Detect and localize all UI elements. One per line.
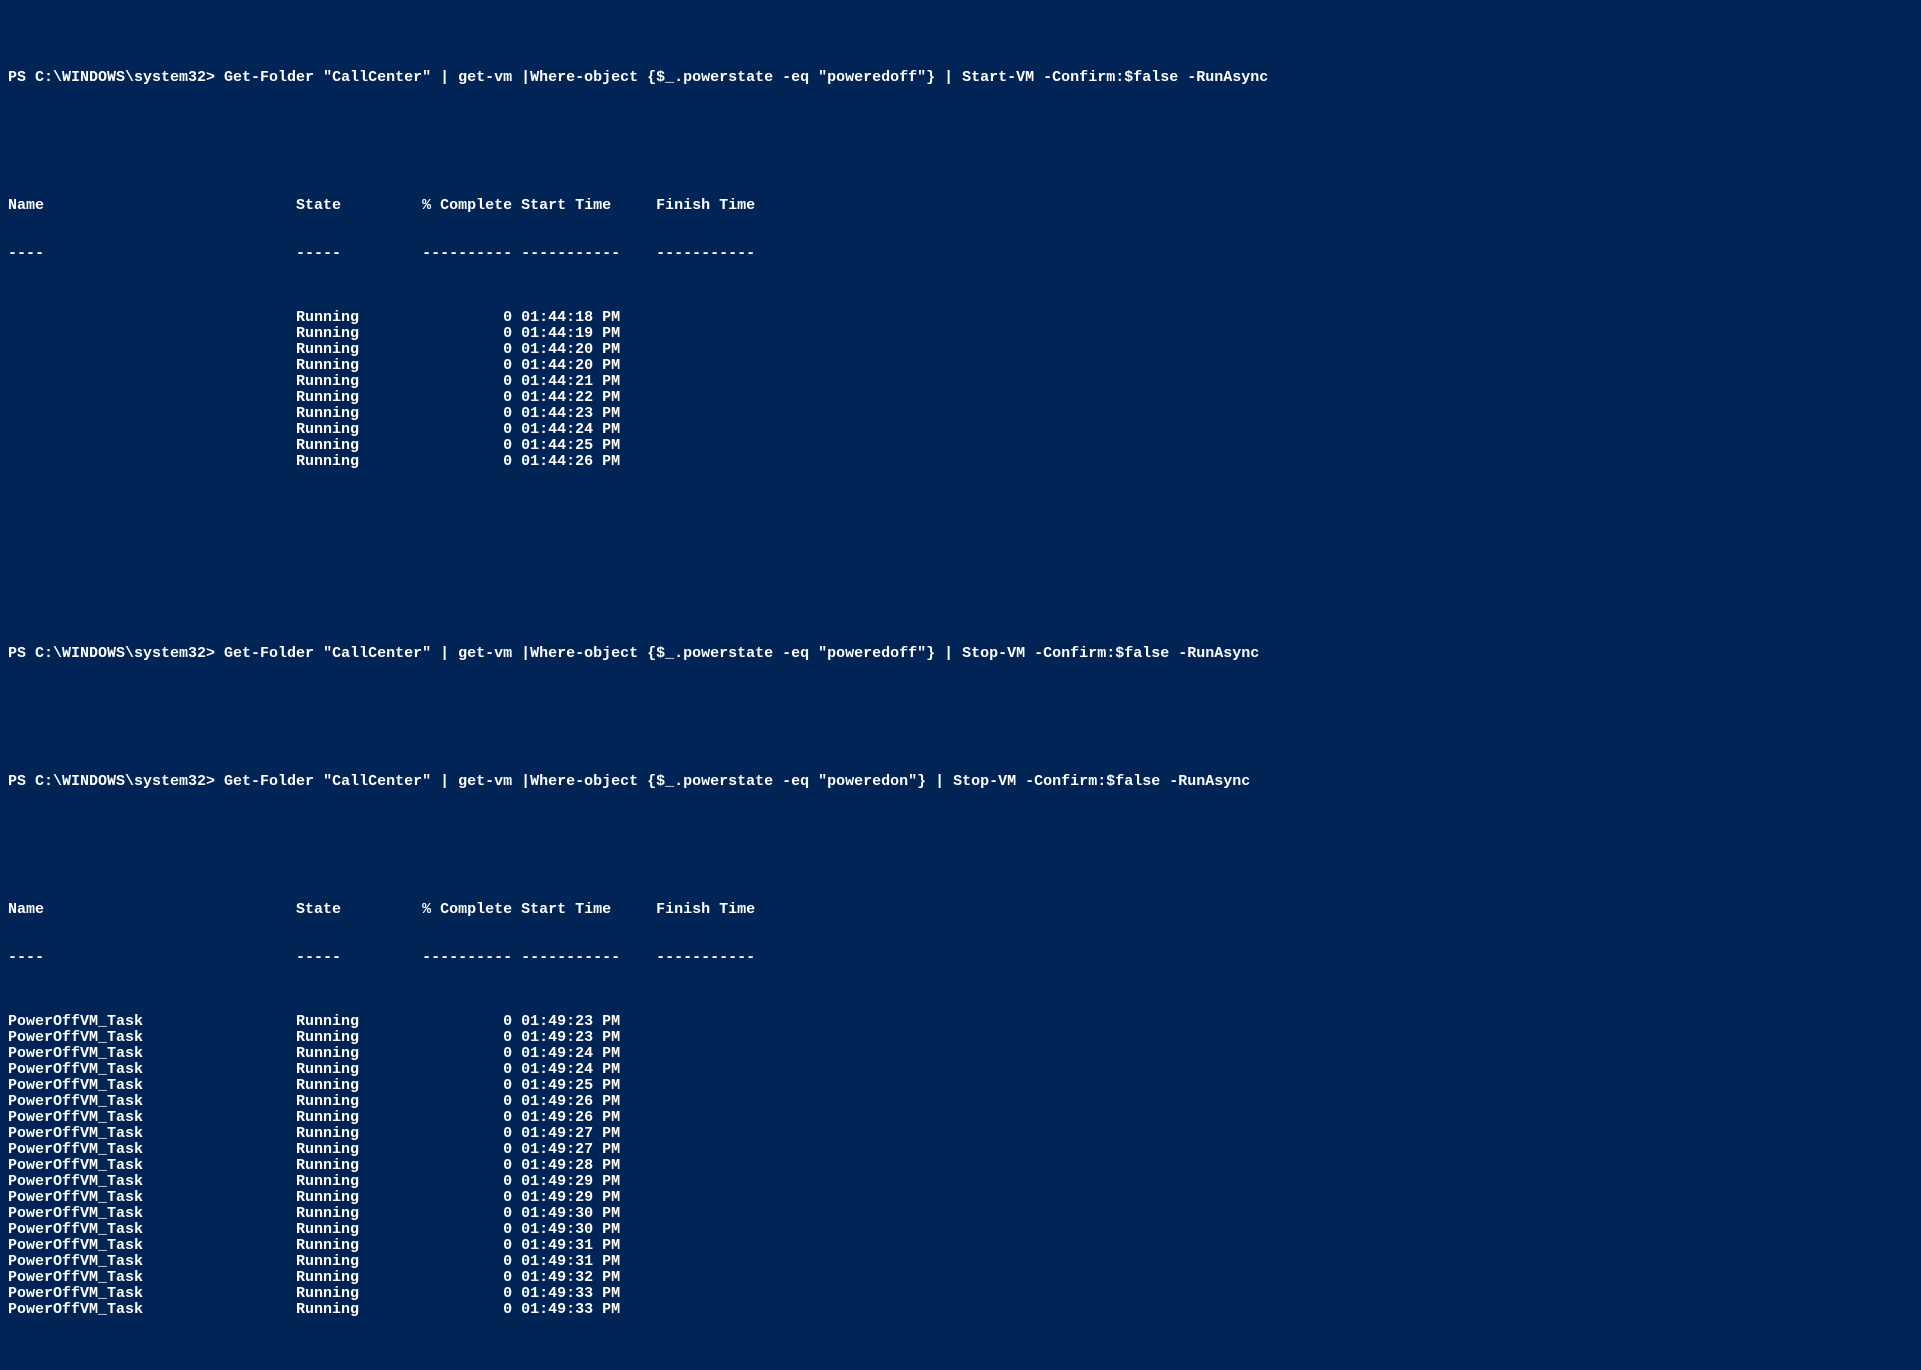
- command-text-2: Get-Folder "CallCenter" | get-vm |Where-…: [224, 645, 1259, 662]
- table2-row: PowerOffVM_Task Running 0 01:49:27 PM: [8, 1126, 1913, 1142]
- powershell-terminal[interactable]: PS C:\WINDOWS\system32> Get-Folder "Call…: [0, 0, 1921, 1370]
- table1-rows: Running 0 01:44:18 PM Running 0 01:44:19…: [8, 310, 1913, 470]
- table2-row: PowerOffVM_Task Running 0 01:49:30 PM: [8, 1222, 1913, 1238]
- table2-row: PowerOffVM_Task Running 0 01:49:28 PM: [8, 1158, 1913, 1174]
- table2-header: Name State % Complete Start Time Finish …: [8, 902, 1913, 918]
- table2-row: PowerOffVM_Task Running 0 01:49:30 PM: [8, 1206, 1913, 1222]
- table2-row: PowerOffVM_Task Running 0 01:49:23 PM: [8, 1030, 1913, 1046]
- blank-line: [8, 118, 1913, 134]
- prompt-prefix: PS C:\WINDOWS\system32>: [8, 773, 224, 790]
- command-text-1: Get-Folder "CallCenter" | get-vm |Where-…: [224, 69, 1268, 86]
- table2-row: PowerOffVM_Task Running 0 01:49:29 PM: [8, 1190, 1913, 1206]
- blank-line: [8, 694, 1913, 710]
- command-text-3: Get-Folder "CallCenter" | get-vm |Where-…: [224, 773, 1250, 790]
- table1-row: Running 0 01:44:18 PM: [8, 310, 1913, 326]
- table1-row: Running 0 01:44:19 PM: [8, 326, 1913, 342]
- table1-row: Running 0 01:44:20 PM: [8, 358, 1913, 374]
- table2-row: PowerOffVM_Task Running 0 01:49:26 PM: [8, 1110, 1913, 1126]
- prompt-line-3: PS C:\WINDOWS\system32> Get-Folder "Call…: [8, 774, 1913, 790]
- table2-row: PowerOffVM_Task Running 0 01:49:27 PM: [8, 1142, 1913, 1158]
- prompt-line-1: PS C:\WINDOWS\system32> Get-Folder "Call…: [8, 70, 1913, 86]
- table1-row: Running 0 01:44:26 PM: [8, 454, 1913, 470]
- table1-row: Running 0 01:44:25 PM: [8, 438, 1913, 454]
- table1-row: Running 0 01:44:24 PM: [8, 422, 1913, 438]
- prompt-prefix: PS C:\WINDOWS\system32>: [8, 645, 224, 662]
- table1-row: Running 0 01:44:21 PM: [8, 374, 1913, 390]
- table2-rows: PowerOffVM_Task Running 0 01:49:23 PM Po…: [8, 1014, 1913, 1318]
- table1-row: Running 0 01:44:20 PM: [8, 342, 1913, 358]
- blank-line: [8, 566, 1913, 582]
- table2-row: PowerOffVM_Task Running 0 01:49:24 PM: [8, 1062, 1913, 1078]
- table2-row: PowerOffVM_Task Running 0 01:49:31 PM: [8, 1254, 1913, 1270]
- blank-line: [8, 518, 1913, 534]
- table2-row: PowerOffVM_Task Running 0 01:49:23 PM: [8, 1014, 1913, 1030]
- table1-row: Running 0 01:44:22 PM: [8, 390, 1913, 406]
- blank-line: [8, 822, 1913, 838]
- table1-row: Running 0 01:44:23 PM: [8, 406, 1913, 422]
- table2-row: PowerOffVM_Task Running 0 01:49:33 PM: [8, 1286, 1913, 1302]
- prompt-line-2: PS C:\WINDOWS\system32> Get-Folder "Call…: [8, 646, 1913, 662]
- table2-divider: ---- ----- ---------- ----------- ------…: [8, 950, 1913, 966]
- table1-divider: ---- ----- ---------- ----------- ------…: [8, 246, 1913, 262]
- table2-row: PowerOffVM_Task Running 0 01:49:25 PM: [8, 1078, 1913, 1094]
- table2-row: PowerOffVM_Task Running 0 01:49:29 PM: [8, 1174, 1913, 1190]
- table2-row: PowerOffVM_Task Running 0 01:49:26 PM: [8, 1094, 1913, 1110]
- table2-row: PowerOffVM_Task Running 0 01:49:33 PM: [8, 1302, 1913, 1318]
- table1-header: Name State % Complete Start Time Finish …: [8, 198, 1913, 214]
- table2-row: PowerOffVM_Task Running 0 01:49:32 PM: [8, 1270, 1913, 1286]
- prompt-prefix: PS C:\WINDOWS\system32>: [8, 69, 224, 86]
- table2-row: PowerOffVM_Task Running 0 01:49:24 PM: [8, 1046, 1913, 1062]
- table2-row: PowerOffVM_Task Running 0 01:49:31 PM: [8, 1238, 1913, 1254]
